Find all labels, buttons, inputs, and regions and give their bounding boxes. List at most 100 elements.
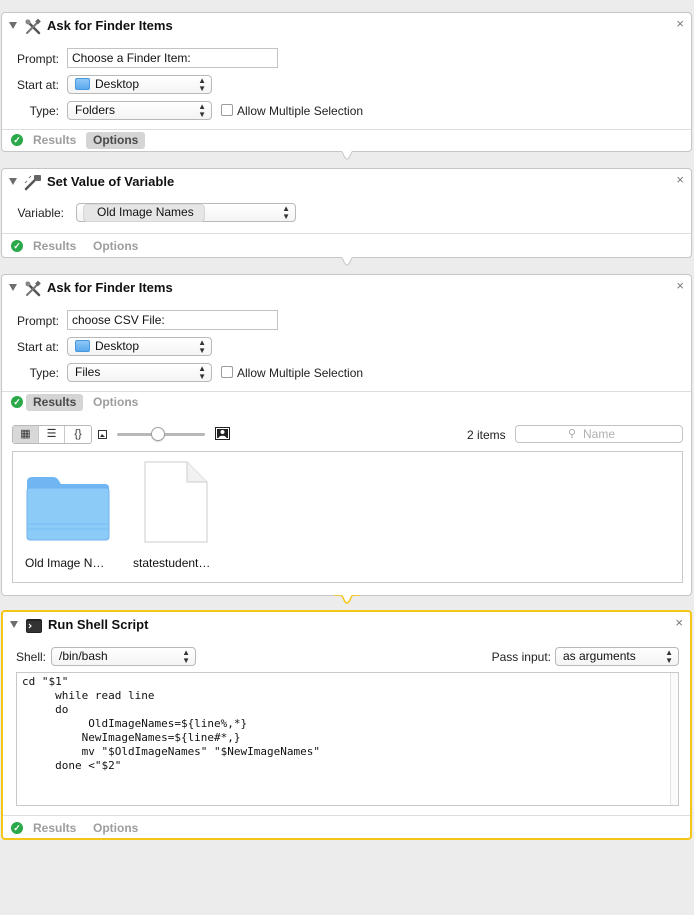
chevron-updown-icon: ▲ ▼ [198, 76, 206, 93]
pass-input-label: Pass input: [491, 650, 551, 664]
success-check-icon: ✓ [11, 822, 23, 834]
pass-input-popup[interactable]: as arguments ▲ ▼ [555, 647, 679, 666]
prompt-field[interactable]: choose CSV File: [67, 310, 278, 330]
disclosure-triangle-icon[interactable] [10, 621, 18, 628]
chevron-updown-icon: ▲ ▼ [198, 102, 206, 119]
divider [3, 815, 690, 816]
start-at-value: Desktop [95, 77, 140, 91]
folder-icon [75, 78, 90, 90]
folder-icon [75, 340, 90, 352]
large-image-icon [215, 427, 230, 440]
tab-results[interactable]: Results [26, 820, 83, 837]
type-value: Folders [75, 103, 116, 117]
list-view-icon[interactable]: ☰ [39, 426, 65, 443]
tab-options[interactable]: Options [86, 238, 145, 255]
file-name: Old Image N… [25, 556, 105, 570]
results-icon-view[interactable]: Old Image N… statestudent… [12, 451, 683, 583]
disclosure-triangle-icon[interactable] [9, 178, 17, 185]
disclosure-triangle-icon[interactable] [9, 22, 17, 29]
list-item[interactable] [143, 460, 209, 544]
start-at-value: Desktop [95, 339, 140, 353]
start-at-popup[interactable]: Desktop ▲ ▼ [67, 337, 212, 356]
shell-value: /bin/bash [59, 649, 108, 663]
variable-value: Old Image Names [97, 205, 194, 219]
type-popup[interactable]: Folders ▲ ▼ [67, 101, 212, 120]
allow-multiple-label[interactable]: Allow Multiple Selection [237, 104, 363, 118]
variable-label: Variable: [17, 206, 64, 220]
disclosure-triangle-icon[interactable] [9, 284, 17, 291]
success-check-icon: ✓ [11, 396, 23, 408]
prompt-field[interactable]: Choose a Finder Item: [67, 48, 278, 68]
chevron-updown-icon: ▲ ▼ [198, 338, 206, 355]
divider [2, 391, 691, 392]
start-at-label: Start at: [16, 78, 59, 92]
finder-tools-icon [25, 280, 41, 297]
chevron-updown-icon: ▲ ▼ [282, 204, 290, 221]
prompt-label: Prompt: [16, 52, 59, 66]
action-title: Set Value of Variable [47, 174, 175, 189]
action-set-value-of-variable[interactable]: Set Value of Variable × Variable: Old Im… [1, 168, 692, 258]
list-item[interactable] [25, 474, 111, 544]
chevron-updown-icon: ▲ ▼ [665, 648, 673, 665]
finder-tools-icon [25, 18, 41, 35]
tab-results[interactable]: Results [26, 394, 84, 411]
braces-view-icon[interactable]: {} [65, 426, 91, 443]
tab-options[interactable]: Options [86, 132, 146, 149]
action-ask-for-finder-items-2[interactable]: Ask for Finder Items × Prompt: choose CS… [1, 274, 692, 596]
action-header[interactable]: Ask for Finder Items × [2, 275, 691, 303]
action-connector [334, 595, 360, 604]
action-connector [334, 151, 360, 160]
allow-multiple-label[interactable]: Allow Multiple Selection [237, 366, 363, 380]
tab-results[interactable]: Results [26, 238, 83, 255]
variable-popup[interactable]: Old Image Names ▲ ▼ [76, 203, 296, 222]
script-editor[interactable]: cd "$1" while read line do OldImageNames… [16, 672, 679, 806]
search-icon: ⚲ [568, 428, 577, 440]
type-value: Files [75, 365, 101, 379]
chevron-updown-icon: ▲ ▼ [198, 364, 206, 381]
action-title: Ask for Finder Items [47, 280, 173, 295]
document-icon [144, 461, 208, 543]
success-check-icon: ✓ [11, 134, 23, 146]
success-check-icon: ✓ [11, 240, 23, 252]
type-label: Type: [29, 366, 59, 380]
view-mode-segmented[interactable]: ▦ ☰ {} [12, 425, 92, 444]
file-name: statestudent… [133, 556, 211, 570]
shell-label: Shell: [15, 650, 46, 664]
item-count: 2 items [467, 428, 506, 442]
allow-multiple-checkbox[interactable] [221, 366, 233, 378]
divider [2, 233, 691, 234]
chevron-updown-icon: ▲ ▼ [182, 648, 190, 665]
action-title: Run Shell Script [48, 617, 149, 632]
close-icon[interactable]: × [676, 17, 684, 31]
type-label: Type: [29, 104, 59, 118]
variable-icon [24, 175, 41, 191]
icon-size-slider-knob[interactable] [151, 427, 166, 441]
search-input[interactable]: ⚲ Name [515, 425, 683, 443]
search-placeholder: Name [583, 427, 616, 441]
start-at-popup[interactable]: Desktop ▲ ▼ [67, 75, 212, 94]
pass-input-value: as arguments [563, 649, 636, 663]
action-connector [334, 257, 360, 266]
tab-options[interactable]: Options [86, 820, 145, 837]
close-icon[interactable]: × [676, 279, 684, 293]
action-header[interactable]: Ask for Finder Items × [2, 13, 691, 41]
tab-results[interactable]: Results [26, 132, 83, 149]
prompt-label: Prompt: [16, 314, 59, 328]
allow-multiple-checkbox[interactable] [221, 104, 233, 116]
tab-options[interactable]: Options [86, 394, 145, 411]
shell-popup[interactable]: /bin/bash ▲ ▼ [51, 647, 196, 666]
action-title: Ask for Finder Items [47, 18, 173, 33]
type-popup[interactable]: Files ▲ ▼ [67, 363, 212, 382]
action-header[interactable]: Set Value of Variable × [2, 169, 691, 197]
small-image-icon [98, 430, 107, 439]
script-scrollbar[interactable] [670, 673, 678, 805]
action-ask-for-finder-items-1[interactable]: Ask for Finder Items × Prompt: Choose a … [1, 12, 692, 152]
grid-view-icon[interactable]: ▦ [13, 426, 39, 443]
close-icon[interactable]: × [676, 173, 684, 187]
folder-icon [26, 477, 110, 541]
terminal-icon [26, 619, 42, 633]
close-icon[interactable]: × [675, 616, 683, 630]
action-header[interactable]: Run Shell Script × [3, 612, 690, 640]
action-run-shell-script[interactable]: Run Shell Script × Shell: /bin/bash ▲ ▼ P… [1, 610, 692, 840]
divider [2, 129, 691, 130]
